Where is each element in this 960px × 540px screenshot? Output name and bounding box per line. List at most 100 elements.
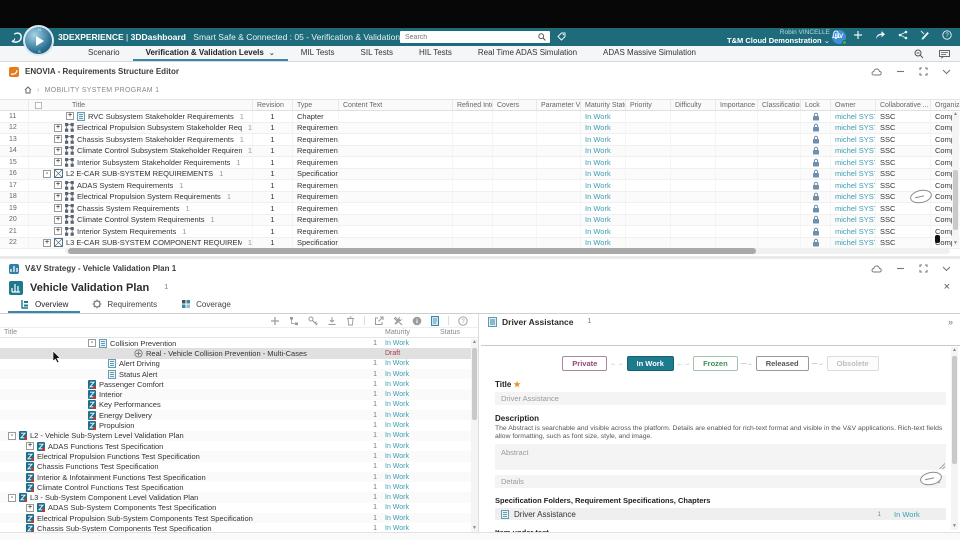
tab-sil-tests[interactable]: SIL Tests <box>348 46 406 61</box>
horizontal-scrollbar[interactable] <box>65 248 950 254</box>
expander-icon[interactable]: - <box>43 169 51 178</box>
share-icon[interactable] <box>898 30 908 40</box>
detail-vertical-scrollbar[interactable]: ▲ ▼ <box>951 347 958 530</box>
owner-link[interactable]: michel SYSTE... <box>835 181 875 190</box>
expander-icon[interactable]: + <box>43 238 51 247</box>
home-icon[interactable] <box>24 86 32 94</box>
expander-icon[interactable]: + <box>54 123 62 132</box>
scroll-up-icon[interactable]: ▲ <box>472 340 477 345</box>
3dexperience-compass[interactable]: NS <box>23 25 54 56</box>
report-icon[interactable] <box>431 315 439 326</box>
expander-icon[interactable]: + <box>54 181 62 190</box>
owner-link[interactable]: michel SYSTE... <box>835 112 875 121</box>
key-icon[interactable] <box>308 316 318 326</box>
tab-verification-validation-levels[interactable]: Verification & Validation Levels ⌄ <box>132 46 288 61</box>
tab-scenario[interactable]: Scenario <box>75 46 133 61</box>
expander-icon[interactable]: + <box>26 503 34 512</box>
chevron-down-icon[interactable]: ⌄ <box>269 49 275 57</box>
cloud-icon[interactable] <box>871 67 882 76</box>
tree-row[interactable]: Alert Driving 1 In Work <box>0 358 478 369</box>
owner-link[interactable]: michel SYSTE... <box>835 158 875 167</box>
related-item-row[interactable]: Driver Assistance 1 In Work <box>495 508 946 520</box>
search-icon[interactable] <box>538 33 546 41</box>
expander-icon[interactable]: - <box>88 339 96 348</box>
tree-row[interactable]: - Collision Prevention 1 In Work <box>0 338 478 349</box>
maximize-icon[interactable] <box>919 264 928 273</box>
minimize-icon[interactable] <box>896 67 905 76</box>
resize-handle-icon[interactable] <box>939 463 945 469</box>
expander-icon[interactable]: + <box>26 442 34 451</box>
import-icon[interactable] <box>327 316 337 326</box>
table-row[interactable]: 13 + Chassis Subsystem Stakeholder Require… <box>0 134 960 146</box>
abstract-field[interactable]: Abstract <box>495 444 946 470</box>
tree-row[interactable]: Energy Delivery 1 In Work <box>0 410 478 421</box>
expander-icon[interactable]: + <box>54 192 62 201</box>
tree-row[interactable]: - L3 - Sub-System Component Level Validat… <box>0 492 478 503</box>
collapse-icon[interactable] <box>942 67 951 76</box>
expander-icon[interactable]: + <box>54 158 62 167</box>
scrollbar-thumb[interactable] <box>472 348 477 420</box>
breadcrumb-root[interactable]: MOBILITY SYSTEM PROGRAM 1 <box>45 87 160 94</box>
expander-icon[interactable]: + <box>54 215 62 224</box>
table-row[interactable]: 19 + Chassis System Requirements 1 1 Requirem… <box>0 203 960 215</box>
cloud-icon[interactable] <box>871 264 882 273</box>
dashboard-name[interactable]: Smart Safe & Connected : 05 - Verificati… <box>193 32 400 42</box>
tree-row[interactable]: Interior 1 In Work <box>0 389 478 400</box>
scroll-down-icon[interactable]: ▼ <box>953 241 958 246</box>
owner-link[interactable]: michel SYSTE... <box>835 146 875 155</box>
expander-icon[interactable]: - <box>8 431 16 440</box>
tree-vertical-scrollbar[interactable]: ▲ ▼ <box>471 339 478 532</box>
open-new-icon[interactable] <box>374 316 384 326</box>
expander-icon[interactable]: - <box>8 493 16 502</box>
tab-mil-tests[interactable]: MIL Tests <box>288 46 348 61</box>
expand-panel-icon[interactable]: » <box>948 317 953 327</box>
scrollbar-thumb[interactable] <box>953 170 958 230</box>
close-icon[interactable]: × <box>944 282 950 293</box>
expander-icon[interactable]: + <box>54 204 62 213</box>
minimize-icon[interactable] <box>896 264 905 273</box>
table-row[interactable]: 16- L2 E-CAR SUB-SYSTEM REQUIREMENTS 1 1 Spe… <box>0 168 960 180</box>
table-row[interactable]: 12 + Electrical Propulsion Subsystem Stake… <box>0 122 960 134</box>
tree-row[interactable]: Electrical Propulsion Sub-System Compone… <box>0 513 478 524</box>
tree-row[interactable]: Propulsion 1 In Work <box>0 420 478 431</box>
collapse-icon[interactable] <box>942 264 951 273</box>
tab-overview[interactable]: Overview <box>8 297 81 313</box>
select-all-checkbox[interactable] <box>35 101 42 109</box>
scroll-up-icon[interactable]: ▲ <box>953 112 958 117</box>
expander-icon[interactable]: + <box>54 146 62 155</box>
expander-icon[interactable]: + <box>54 227 62 236</box>
owner-link[interactable]: michel SYSTE... <box>835 238 875 247</box>
trash-icon[interactable] <box>346 316 355 326</box>
tools-icon[interactable] <box>393 316 403 326</box>
search-input[interactable] <box>400 31 550 43</box>
tab-hil-tests[interactable]: HIL Tests <box>406 46 465 61</box>
tab-coverage[interactable]: Coverage <box>169 297 243 313</box>
chevron-down-icon[interactable]: ⌄ <box>824 36 830 45</box>
tree-row[interactable]: Electrical Propulsion Functions Test Spe… <box>0 451 478 462</box>
vertical-scrollbar[interactable]: ▲ ▼ <box>952 112 959 246</box>
table-row[interactable]: 11 + RVC Subsystem Stakeholder Requirement… <box>0 111 960 123</box>
help-icon[interactable]: ? <box>942 30 952 40</box>
tree-row[interactable]: + ADAS Sub-System Components Test Specifi… <box>0 502 478 514</box>
owner-link[interactable]: michel SYSTE... <box>835 169 875 178</box>
tag-icon[interactable] <box>557 32 566 41</box>
maximize-icon[interactable] <box>919 67 928 76</box>
tab-real-time-adas-simulation[interactable]: Real Time ADAS Simulation <box>465 46 590 61</box>
scroll-down-icon[interactable]: ▼ <box>472 526 477 531</box>
tree-row[interactable]: Interior & Infotainment Functions Test S… <box>0 471 478 483</box>
title-field[interactable]: Driver Assistance <box>495 392 946 405</box>
tree-row[interactable]: Key Performances 1 In Work <box>0 399 478 411</box>
bell-icon[interactable] <box>831 30 841 40</box>
tree-row[interactable]: - L2 - Vehicle Sub-System Level Validatio… <box>0 430 478 441</box>
scroll-down-icon[interactable]: ▼ <box>952 524 957 529</box>
table-row[interactable]: 20 + Climate Control System Requirements 1 1… <box>0 214 960 226</box>
lifecycle-state-in-work[interactable]: In Work <box>626 356 674 371</box>
lifecycle-state-frozen[interactable]: Frozen <box>693 356 738 371</box>
expander-icon[interactable]: + <box>54 135 62 144</box>
scroll-up-icon[interactable]: ▲ <box>952 348 957 353</box>
add-icon[interactable] <box>853 30 863 40</box>
table-row[interactable]: 15 + Interior Subsystem Stakeholder Requir… <box>0 157 960 169</box>
owner-link[interactable]: michel SYSTE... <box>835 123 875 132</box>
zoom-out-icon[interactable] <box>914 49 924 59</box>
forward-icon[interactable] <box>875 30 886 40</box>
